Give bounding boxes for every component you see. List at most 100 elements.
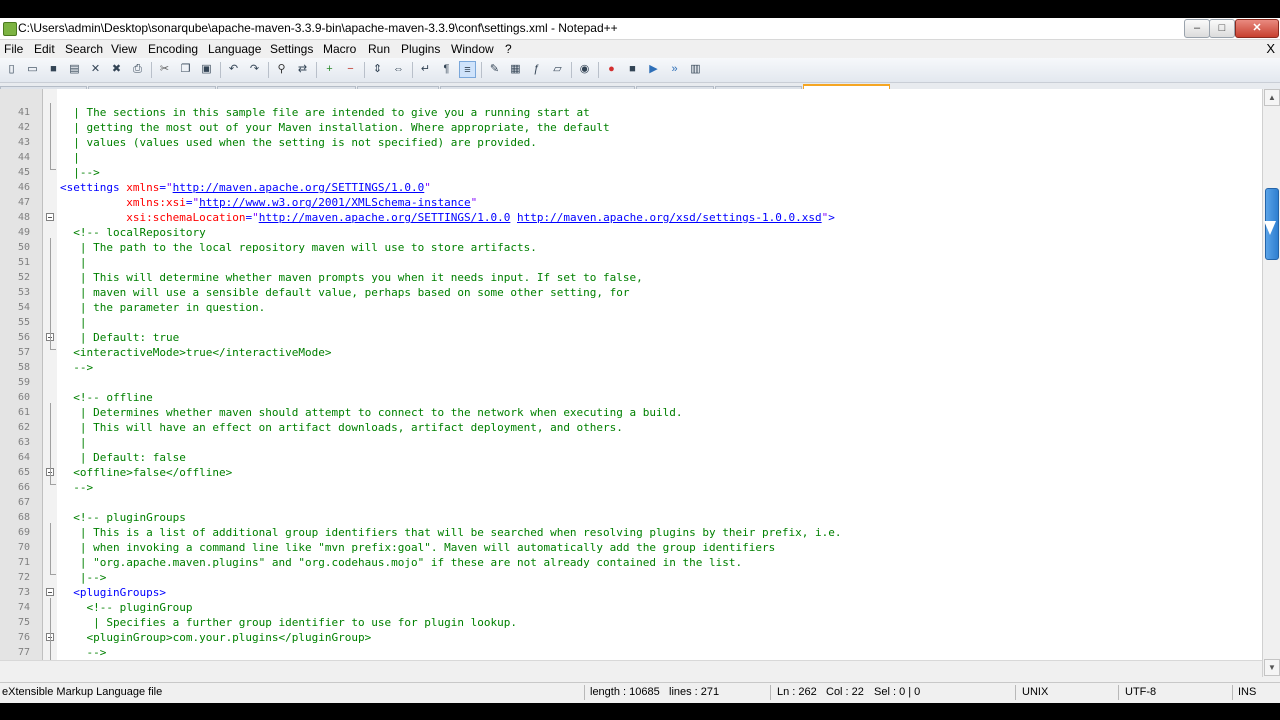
doc-map-icon[interactable]: ▦ — [507, 61, 524, 78]
fold-guide — [50, 103, 51, 169]
line-number: 47 — [17, 197, 30, 208]
menu-edit[interactable]: Edit — [34, 42, 55, 56]
line-number: 48 — [17, 212, 30, 223]
line-number: 75 — [17, 617, 30, 628]
line-number: 52 — [17, 272, 30, 283]
zoom-out-icon[interactable]: − — [342, 61, 359, 78]
status-file-type: eXtensible Markup Language file — [2, 686, 163, 698]
toolbar-separator — [220, 62, 221, 78]
menu-macro[interactable]: Macro — [323, 42, 356, 56]
line-number: 46 — [17, 182, 30, 193]
code-line: | Determines whether maven should attemp… — [60, 406, 683, 419]
line-number: 61 — [17, 407, 30, 418]
function-list-icon[interactable]: ƒ — [528, 61, 545, 78]
print-icon[interactable]: ⎙ — [129, 61, 146, 78]
save-icon[interactable]: ■ — [45, 61, 62, 78]
toolbar-separator — [412, 62, 413, 78]
line-number: 77 — [17, 647, 30, 658]
line-number: 74 — [17, 602, 30, 613]
run-macro-multiple-icon[interactable]: » — [666, 61, 683, 78]
editor-area[interactable]: 41 42 43 44 45 46 47 48 49 50 51 52 53 54 55 56 57 58 59 60… — [0, 89, 1262, 660]
menu-bar: File Edit Search View Encoding Language … — [0, 40, 1280, 58]
toolbar: ▯ ▭ ■ ▤ ✕ ✖ ⎙ ✂ ❐ ▣ ↶ ↷ ⚲ ⇄ + − ⇕ ⇔ ↵ ¶ ≡ ✎ ▦ ƒ ▱ ◉ ● ■ ▶» ▥ — [0, 58, 1280, 83]
line-number: 51 — [17, 257, 30, 268]
play-macro-icon[interactable]: ▶ — [645, 61, 662, 78]
menu-file[interactable]: File — [4, 42, 23, 56]
menu-search[interactable]: Search — [65, 42, 103, 56]
code-line: <!-- localRepository — [60, 226, 206, 239]
code-line: | Specifies a further group identifier t… — [60, 616, 517, 629]
code-line: <!-- pluginGroups — [60, 511, 186, 524]
code-line: xsi:schemaLocation="http://maven.apache.… — [126, 211, 835, 224]
line-number: 70 — [17, 542, 30, 553]
minimize-button[interactable]: – — [1184, 19, 1210, 38]
menu-settings[interactable]: Settings — [270, 42, 313, 56]
close-all-icon[interactable]: ✖ — [108, 61, 125, 78]
menu-help[interactable]: ? — [505, 42, 512, 56]
maximize-button[interactable]: □ — [1209, 19, 1235, 38]
line-number: 66 — [17, 482, 30, 493]
close-icon[interactable]: ✕ — [87, 61, 104, 78]
paste-icon[interactable]: ▣ — [198, 61, 215, 78]
code-line: <!-- pluginGroup — [60, 601, 193, 614]
menu-run[interactable]: Run — [368, 42, 390, 56]
monitoring-icon[interactable]: ◉ — [576, 61, 593, 78]
code-line: | — [60, 436, 87, 449]
line-number: 72 — [17, 572, 30, 583]
status-length: length : 10685 — [590, 686, 660, 698]
save-all-icon[interactable]: ▤ — [66, 61, 83, 78]
undo-icon[interactable]: ↶ — [225, 61, 242, 78]
line-number: 67 — [17, 497, 30, 508]
find-icon[interactable]: ⚲ — [273, 61, 290, 78]
code-line: <interactiveMode>true</interactiveMode> — [60, 346, 332, 359]
menu-language[interactable]: Language — [208, 42, 261, 56]
code-line: | maven will use a sensible default valu… — [60, 286, 630, 299]
status-eol: UNIX — [1022, 686, 1049, 698]
menu-window[interactable]: Window — [451, 42, 494, 56]
vertical-scrollbar[interactable]: ▲ ▼ — [1262, 89, 1280, 677]
line-number: 45 — [17, 167, 30, 178]
toolbar-separator — [364, 62, 365, 78]
indent-guide-icon[interactable]: ≡ — [459, 61, 476, 78]
close-window-button[interactable]: ✕ — [1235, 19, 1279, 38]
replace-icon[interactable]: ⇄ — [294, 61, 311, 78]
menu-plugins[interactable]: Plugins — [401, 42, 440, 56]
code-line: <!-- offline — [60, 391, 153, 404]
fold-end-marker — [50, 169, 56, 170]
code-line: --> — [60, 646, 107, 659]
fold-guide — [50, 598, 51, 660]
open-file-icon[interactable]: ▭ — [24, 61, 41, 78]
redo-icon[interactable]: ↷ — [246, 61, 263, 78]
code-line: | The path to the local repository maven… — [60, 241, 537, 254]
line-number: 43 — [17, 137, 30, 148]
copy-icon[interactable]: ❐ — [177, 61, 194, 78]
word-wrap-icon[interactable]: ↵ — [417, 61, 434, 78]
record-macro-icon[interactable]: ● — [603, 61, 620, 78]
new-file-icon[interactable]: ▯ — [3, 61, 20, 78]
status-ln: Ln : 262 — [777, 686, 817, 698]
scroll-up-arrow-icon[interactable]: ▲ — [1264, 89, 1280, 106]
save-macro-icon[interactable]: ▥ — [687, 61, 704, 78]
folder-workspace-icon[interactable]: ▱ — [549, 61, 566, 78]
menu-encoding[interactable]: Encoding — [148, 42, 198, 56]
close-document-button[interactable]: X — [1266, 41, 1275, 56]
stop-macro-icon[interactable]: ■ — [624, 61, 641, 78]
mouse-cursor-icon — [1264, 221, 1276, 235]
sync-vertical-icon[interactable]: ⇕ — [369, 61, 386, 78]
code-line: | — [60, 151, 80, 164]
line-number: 50 — [17, 242, 30, 253]
sync-horizontal-icon[interactable]: ⇔ — [390, 61, 407, 78]
fold-toggle-icon[interactable] — [46, 213, 54, 221]
show-all-chars-icon[interactable]: ¶ — [438, 61, 455, 78]
horizontal-scrollbar[interactable] — [0, 660, 1262, 678]
cut-icon[interactable]: ✂ — [156, 61, 173, 78]
fold-end-marker — [50, 574, 56, 575]
user-language-icon[interactable]: ✎ — [486, 61, 503, 78]
title-bar: C:\Users\admin\Desktop\sonarqube\apache-… — [0, 18, 1280, 40]
status-encoding: UTF-8 — [1125, 686, 1157, 698]
menu-view[interactable]: View — [111, 42, 137, 56]
line-number: 56 — [17, 332, 30, 343]
fold-toggle-icon[interactable] — [46, 588, 54, 596]
scroll-down-arrow-icon[interactable]: ▼ — [1264, 659, 1280, 676]
zoom-in-icon[interactable]: + — [321, 61, 338, 78]
